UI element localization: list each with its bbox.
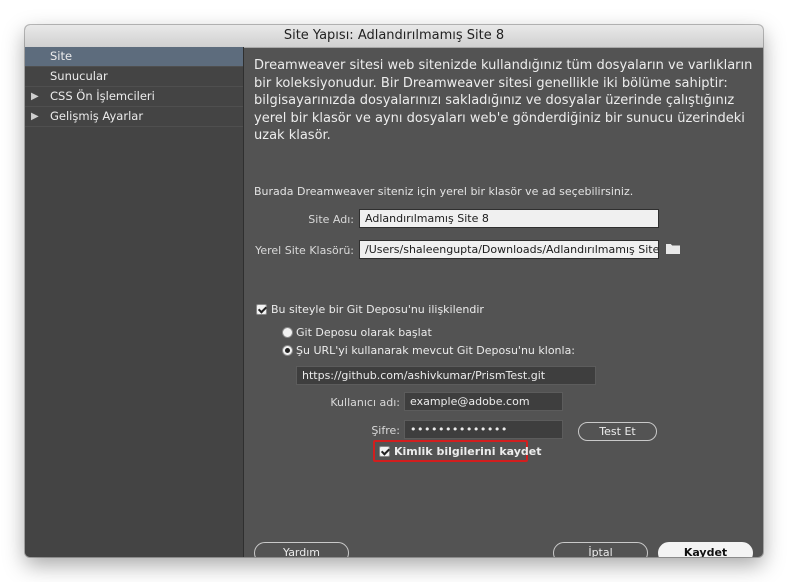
checkbox-checked-icon[interactable] [256, 304, 267, 315]
intro-text: Dreamweaver sitesi web sitenizde kulland… [254, 58, 753, 143]
save-button[interactable]: Kaydet [658, 542, 753, 557]
site-setup-dialog: Site Yapısı: Adlandırılmamış Site 8 Site… [25, 25, 763, 557]
checkbox-checked-icon[interactable] [379, 446, 390, 457]
sidebar-item-label: CSS Ön İşlemcileri [50, 89, 155, 103]
radio-clone-git[interactable]: Şu URL'yi kullanarak mevcut Git Deposu'n… [282, 344, 575, 357]
site-name-label: Site Adı: [308, 213, 354, 226]
sidebar-item-label: Gelişmiş Ayarlar [50, 109, 144, 123]
save-credentials-checkbox[interactable]: Kimlik bilgilerini kaydet [379, 445, 542, 458]
sidebar-item-advanced-settings[interactable]: ▶ Gelişmiş Ayarlar [25, 107, 243, 127]
password-input[interactable]: •••••••••••••• [404, 420, 563, 439]
sidebar: Site Sunucular ▶ CSS Ön İşlemcileri ▶ Ge… [25, 47, 244, 557]
folder-icon[interactable] [666, 243, 680, 254]
clone-url-input[interactable]: https://github.com/ashivkumar/PrismTest.… [296, 366, 596, 385]
test-button[interactable]: Test Et [578, 422, 657, 441]
help-button[interactable]: Yardım [254, 542, 349, 557]
local-folder-label: Yerel Site Klasörü: [255, 244, 354, 257]
sidebar-item-servers[interactable]: Sunucular [25, 67, 243, 87]
sidebar-item-css-preprocessors[interactable]: ▶ CSS Ön İşlemcileri [25, 87, 243, 107]
radio-init-git[interactable]: Git Deposu olarak başlat [282, 326, 432, 339]
password-label: Şifre: [371, 424, 400, 437]
site-settings-panel: Dreamweaver sitesi web sitenizde kulland… [244, 47, 763, 557]
chevron-right-icon[interactable]: ▶ [31, 87, 39, 106]
cancel-button[interactable]: İptal [553, 542, 648, 557]
radio-unselected-icon[interactable] [282, 327, 293, 338]
local-folder-input[interactable]: /Users/shaleengupta/Downloads/Adlandırıl… [359, 240, 659, 259]
site-name-input[interactable]: Adlandırılmamış Site 8 [359, 209, 659, 228]
git-repo-checkbox-label: Bu siteyle bir Git Deposu'nu ilişkilendi… [271, 303, 484, 316]
sidebar-item-label: Site [50, 49, 73, 63]
radio-clone-label: Şu URL'yi kullanarak mevcut Git Deposu'n… [296, 344, 576, 357]
save-credentials-label: Kimlik bilgilerini kaydet [394, 445, 542, 458]
username-label: Kullanıcı adı: [330, 396, 400, 409]
username-input[interactable]: example@adobe.com [404, 392, 563, 411]
sidebar-item-site[interactable]: Site [25, 47, 243, 67]
sidebar-item-label: Sunucular [50, 69, 108, 83]
chevron-right-icon[interactable]: ▶ [31, 107, 39, 126]
local-folder-hint: Burada Dreamweaver siteniz için yerel bi… [254, 185, 634, 198]
radio-init-label: Git Deposu olarak başlat [296, 326, 432, 339]
dialog-title: Site Yapısı: Adlandırılmamış Site 8 [25, 25, 763, 48]
radio-selected-icon[interactable] [282, 345, 293, 356]
git-repo-checkbox[interactable]: Bu siteyle bir Git Deposu'nu ilişkilendi… [256, 303, 484, 316]
